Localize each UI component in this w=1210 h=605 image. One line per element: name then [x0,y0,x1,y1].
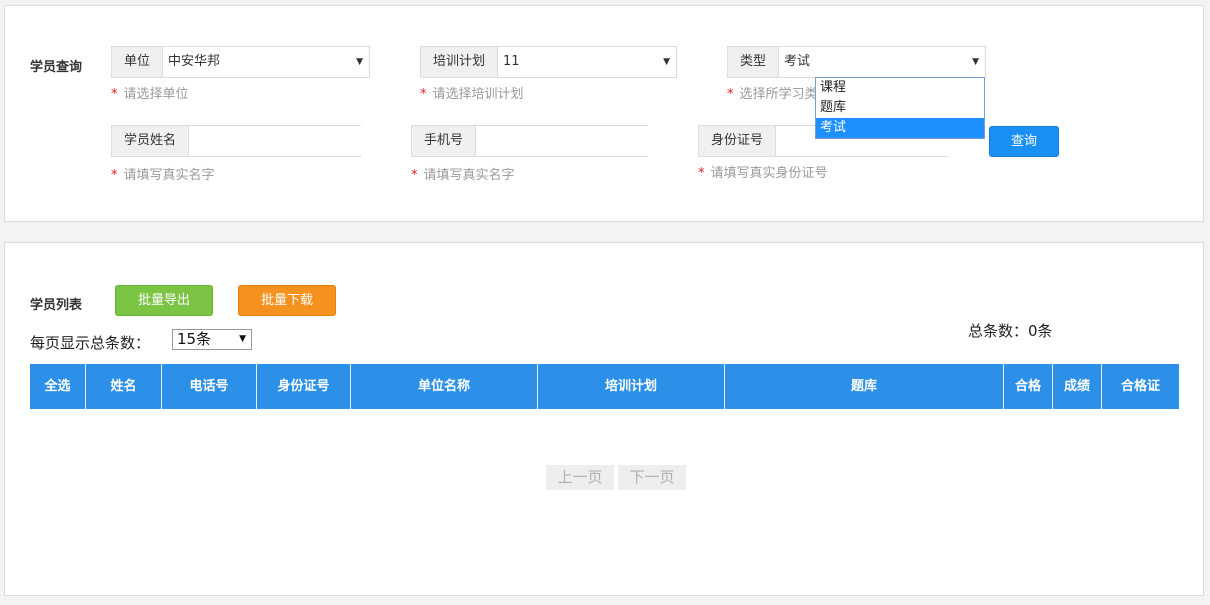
column-certificate: 合格证 [1120,379,1160,394]
chevron-down-icon: ▼ [972,57,979,67]
type-select[interactable]: 类型 考试 ▼ [727,46,986,78]
idcard-label: 身份证号 [699,126,777,156]
type-hint: * 选择所学习类 [727,87,818,102]
column-phone: 电话号 [162,364,257,409]
column-select-all[interactable]: 全选 [30,364,86,409]
name-label: 学员姓名 [112,126,190,156]
name-hint: * 请填写真实名字 [111,168,215,183]
per-page-label: 每页显示总条数： [30,334,151,352]
column-idcard: 身份证号 [257,364,351,409]
column-name: 姓名 [86,364,162,409]
unit-select[interactable]: 单位 中安华邦 ▼ [111,46,370,78]
batch-export-button[interactable]: 批量导出 [115,285,213,316]
batch-download-button[interactable]: 批量下载 [238,285,336,316]
total-count: 总条数：0条 [968,322,1053,340]
unit-label: 单位 [112,47,164,77]
column-unit: 单位名称 [351,364,538,409]
column-plan: 培训计划 [538,364,725,409]
column-pass: 合格 [1004,364,1053,409]
chevron-down-icon: ▼ [356,57,363,67]
type-option-bank[interactable]: 题库 [816,98,984,118]
chevron-down-icon: ▼ [239,334,246,344]
name-field: 学员姓名 [111,125,378,157]
phone-field: 手机号 [411,125,665,157]
table-header: 全选 姓名 电话号 身份证号 单位名称 培训计划 题库 合格 成绩 合格证 [30,364,1179,409]
per-page-value: 15条 [177,330,212,348]
list-section-title: 学员列表 [30,298,83,313]
name-input[interactable] [189,126,378,156]
phone-input[interactable] [476,126,665,156]
query-section-title: 学员查询 [30,60,83,75]
plan-label: 培训计划 [421,47,499,77]
type-dropdown: 课程 题库 考试 [815,77,985,139]
plan-select[interactable]: 培训计划 11 ▼ [420,46,677,78]
search-button[interactable]: 查询 [989,126,1059,157]
column-bank: 题库 [725,364,1004,409]
plan-hint: * 请选择培训计划 [420,87,524,102]
unit-hint: * 请选择单位 [111,87,189,102]
query-panel [4,5,1204,222]
plan-value: 11 ▼ [498,47,676,77]
unit-value: 中安华邦 ▼ [163,47,369,77]
phone-label: 手机号 [412,126,477,156]
phone-hint: * 请填写真实名字 [411,168,515,183]
column-score: 成绩 [1053,364,1102,409]
type-option-exam[interactable]: 考试 [816,118,984,138]
per-page-select[interactable]: 15条 ▼ [172,329,252,350]
next-page-button[interactable]: 下一页 [618,465,686,490]
type-value: 考试 ▼ [779,47,985,77]
idcard-hint: * 请填写真实身份证号 [698,166,828,181]
type-label: 类型 [728,47,780,77]
type-option-course[interactable]: 课程 [816,78,984,98]
prev-page-button[interactable]: 上一页 [546,465,614,490]
chevron-down-icon: ▼ [663,57,670,67]
